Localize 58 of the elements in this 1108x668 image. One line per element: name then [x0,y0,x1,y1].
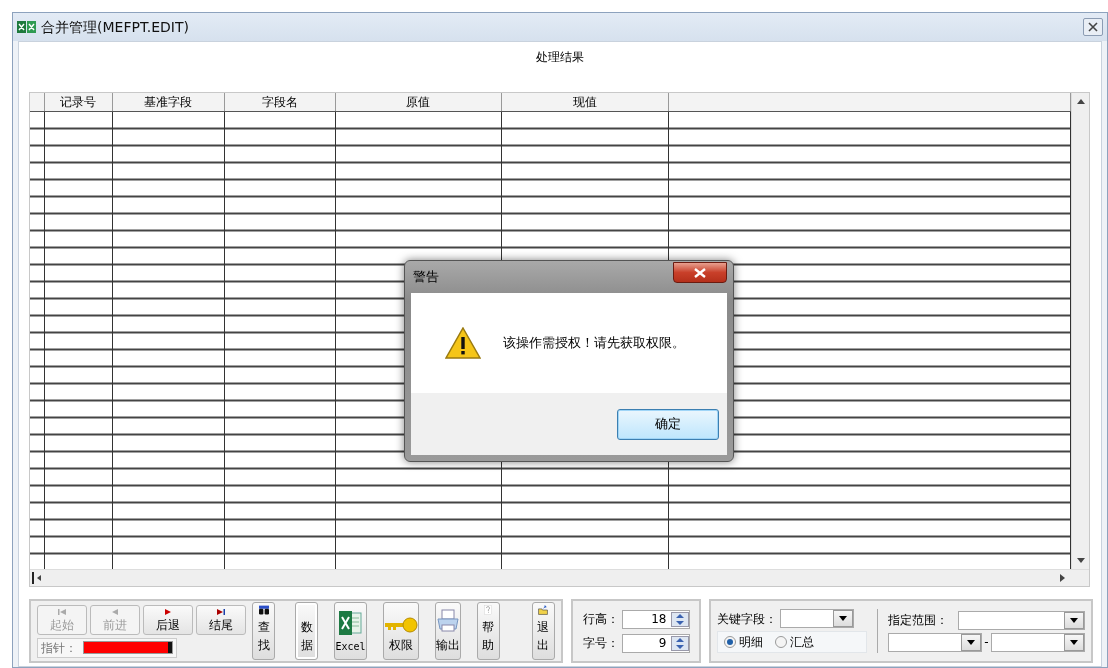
toolbar-button[interactable]: 权限 [382,602,419,660]
scroll-down-icon[interactable] [1076,558,1085,563]
toolbar-button[interactable]: 输出 [434,602,461,660]
toolbar-button[interactable]: 帮助 [476,602,500,660]
spinner-label: 行高： [582,611,619,628]
warning-icon [445,327,481,359]
vertical-scrollbar[interactable] [1071,93,1089,569]
toolbar-button[interactable]: 数据 [295,602,319,660]
excel-button[interactable]: Excel [334,602,367,660]
toolbar-button[interactable]: 退出 [531,602,555,660]
range-label: 指定范围： [888,612,949,629]
caret-icon [1070,639,1078,645]
left-arrow-icon [110,608,120,615]
window-title: 合并管理(MEFPT.EDIT) [41,17,189,37]
spinner-label: 字号： [582,635,619,652]
nav-button[interactable]: 结尾 [196,604,246,635]
toolbar-button[interactable]: 查找 [252,602,276,660]
spin-arrows-icon [670,611,689,627]
column-header[interactable]: 字段名 [224,93,335,112]
radio-option[interactable]: 汇总 [775,633,814,651]
range-dropdown[interactable] [958,610,1085,630]
spreadsheet-icon [338,610,363,636]
caret-icon [967,639,976,645]
column-header[interactable]: 原值 [335,93,501,112]
key-field-label: 关键字段： [717,610,777,628]
key-field-dropdown[interactable] [780,609,854,628]
ok-button[interactable]: 确定 [617,408,719,440]
column-header[interactable]: 基准字段 [112,93,224,112]
range-separator: - [984,634,989,651]
range-start-dropdown[interactable] [888,632,983,652]
column-header[interactable]: 现值 [501,93,668,112]
horizontal-scrollbar[interactable] [30,569,1089,586]
pointer-label: 指针： [41,639,77,657]
radio-option[interactable]: 明细 [724,633,763,651]
dialog-message: 该操作需授权！请先获取权限。 [503,334,685,353]
key-icon [383,617,418,633]
spin-arrows-icon [670,635,689,651]
caret-icon [839,616,847,621]
scroll-up-icon[interactable] [1076,99,1085,104]
app-icon [17,20,37,34]
column-header[interactable]: 记录号 [44,93,112,112]
printer-icon [435,609,460,633]
caret-icon [1070,617,1078,623]
close-button[interactable] [1083,18,1103,36]
dialog-title: 警告 [413,268,439,287]
left-arrow-icon [57,608,67,615]
caption: 处理结果 [536,50,584,64]
close-icon [1088,22,1098,32]
nav-button[interactable]: 后退 [143,604,193,635]
right-arrow-icon [163,608,173,615]
scroll-left-icon[interactable] [32,572,44,584]
close-icon [694,267,706,278]
right-arrow-icon [216,608,226,615]
range-end-dropdown[interactable] [990,632,1085,652]
number-spinner[interactable]: 18 [621,609,690,629]
scroll-right-icon[interactable] [1060,574,1065,582]
close-button[interactable] [673,262,727,283]
number-spinner[interactable]: 9 [621,633,690,653]
